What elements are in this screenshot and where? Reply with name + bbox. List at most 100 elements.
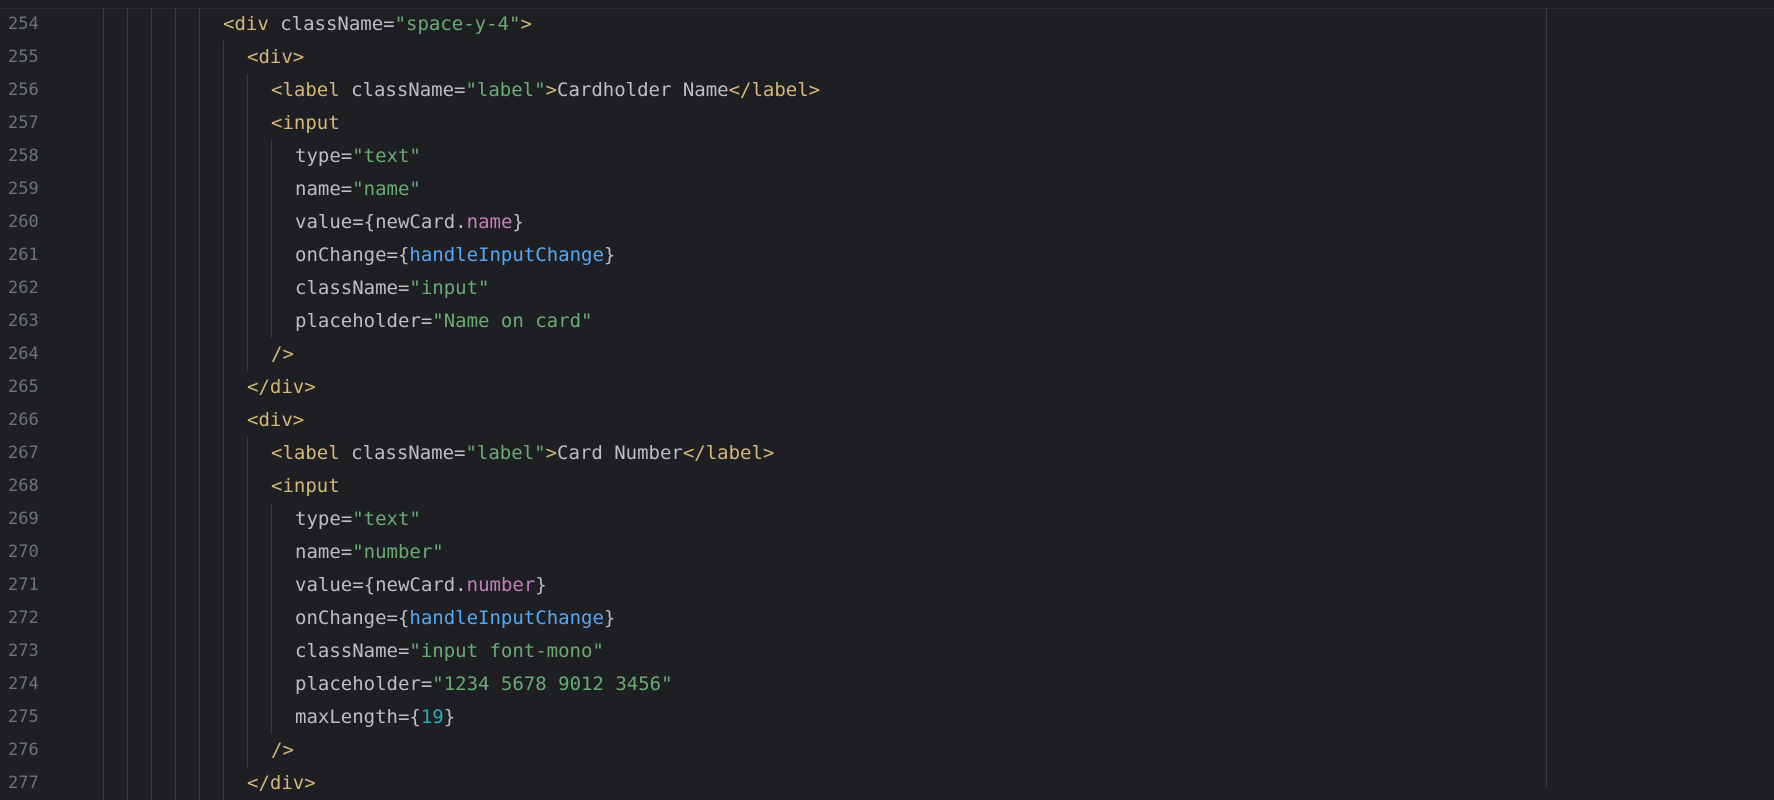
code-line[interactable]: 257 <input [0, 107, 1774, 140]
indent-guide [175, 404, 176, 437]
code-line[interactable]: 276 /> [0, 734, 1774, 767]
code-line[interactable]: 275 maxLength={19} [0, 701, 1774, 734]
code-text[interactable]: className="input font-mono" [295, 635, 604, 668]
line-number[interactable]: 274 [8, 668, 48, 701]
code-text[interactable]: name="name" [295, 173, 421, 206]
line-number[interactable]: 257 [8, 107, 48, 140]
line-number[interactable]: 276 [8, 734, 48, 767]
indent-guide [103, 569, 104, 602]
code-text[interactable]: <input [271, 107, 340, 140]
line-number[interactable]: 273 [8, 635, 48, 668]
token-tag: </label> [728, 79, 821, 101]
indent-guide [151, 569, 152, 602]
indent-guide [151, 536, 152, 569]
code-text[interactable]: </div> [247, 371, 316, 404]
code-line[interactable]: 265 </div> [0, 371, 1774, 404]
line-number[interactable]: 272 [8, 602, 48, 635]
code-text[interactable]: value={newCard.name} [295, 206, 524, 239]
line-number[interactable]: 260 [8, 206, 48, 239]
code-line[interactable]: 277 </div> [0, 767, 1774, 800]
code-text[interactable]: value={newCard.number} [295, 569, 547, 602]
line-number[interactable]: 256 [8, 74, 48, 107]
indent-guide [199, 8, 200, 41]
token-eq: = [340, 508, 353, 530]
line-number[interactable]: 254 [8, 8, 48, 41]
code-text[interactable]: className="input" [295, 272, 489, 305]
code-text[interactable]: <div> [247, 41, 304, 74]
token-tag: </div> [247, 376, 316, 398]
line-number[interactable]: 266 [8, 404, 48, 437]
code-text[interactable]: onChange={handleInputChange} [295, 239, 615, 272]
indent-guide [271, 503, 272, 536]
line-number[interactable]: 269 [8, 503, 48, 536]
code-line[interactable]: 274 placeholder="1234 5678 9012 3456" [0, 668, 1774, 701]
token-str: "1234 5678 9012 3456" [432, 673, 673, 695]
line-number[interactable]: 262 [8, 272, 48, 305]
code-text[interactable]: <label className="label">Cardholder Name… [271, 74, 820, 107]
indent-guide [151, 635, 152, 668]
indent-guide [175, 602, 176, 635]
code-text[interactable]: <input [271, 470, 340, 503]
indent-guide [103, 536, 104, 569]
line-number[interactable]: 268 [8, 470, 48, 503]
code-line[interactable]: 268 <input [0, 470, 1774, 503]
code-line[interactable]: 262 className="input" [0, 272, 1774, 305]
line-number[interactable]: 270 [8, 536, 48, 569]
line-number[interactable]: 259 [8, 173, 48, 206]
line-number[interactable]: 265 [8, 371, 48, 404]
indent-guide [199, 206, 200, 239]
line-number[interactable]: 271 [8, 569, 48, 602]
code-line[interactable]: 255 <div> [0, 41, 1774, 74]
indent-guide [247, 701, 248, 734]
code-text[interactable]: name="number" [295, 536, 444, 569]
code-text[interactable]: type="text" [295, 503, 421, 536]
token-tag: /> [271, 343, 294, 365]
indent-guide [175, 107, 176, 140]
code-text[interactable]: maxLength={19} [295, 701, 455, 734]
indent-guide [151, 437, 152, 470]
code-text[interactable]: </div> [247, 767, 316, 800]
code-text[interactable]: <label className="label">Card Number</la… [271, 437, 774, 470]
indent-guide [199, 140, 200, 173]
code-line[interactable]: 261 onChange={handleInputChange} [0, 239, 1774, 272]
line-number[interactable]: 263 [8, 305, 48, 338]
code-line[interactable]: 271 value={newCard.number} [0, 569, 1774, 602]
code-text[interactable]: placeholder="Name on card" [295, 305, 592, 338]
code-area[interactable]: 254 <div className="space-y-4"> 255 <div> 25… [0, 8, 1774, 800]
line-number[interactable]: 264 [8, 338, 48, 371]
code-line[interactable]: 254 <div className="space-y-4"> [0, 8, 1774, 41]
line-number[interactable]: 267 [8, 437, 48, 470]
line-number[interactable]: 275 [8, 701, 48, 734]
code-line[interactable]: 258 type="text" [0, 140, 1774, 173]
token-attr: value [295, 211, 353, 233]
code-line[interactable]: 256 <label className="label">Cardholder N… [0, 74, 1774, 107]
code-line[interactable]: 270 name="number" [0, 536, 1774, 569]
indent-guide [103, 371, 104, 404]
code-text[interactable]: onChange={handleInputChange} [295, 602, 615, 635]
line-number[interactable]: 261 [8, 239, 48, 272]
code-line[interactable]: 272 onChange={handleInputChange} [0, 602, 1774, 635]
token-str: "input" [409, 277, 490, 299]
code-line[interactable]: 260 value={newCard.name} [0, 206, 1774, 239]
code-text[interactable]: /> [271, 338, 294, 371]
code-text[interactable]: type="text" [295, 140, 421, 173]
code-line[interactable]: 263 placeholder="Name on card" [0, 305, 1774, 338]
code-line[interactable]: 269 type="text" [0, 503, 1774, 536]
code-text[interactable]: /> [271, 734, 294, 767]
indent-guide [223, 272, 224, 305]
code-text[interactable]: <div className="space-y-4"> [223, 8, 532, 41]
line-number[interactable]: 258 [8, 140, 48, 173]
indent-guide [151, 503, 152, 536]
indent-guide [127, 734, 128, 767]
line-number[interactable]: 255 [8, 41, 48, 74]
indent-guide [151, 239, 152, 272]
code-text[interactable]: <div> [247, 404, 304, 437]
code-text[interactable]: placeholder="1234 5678 9012 3456" [295, 668, 673, 701]
code-line[interactable]: 267 <label className="label">Card Number<… [0, 437, 1774, 470]
code-editor[interactable]: 254 <div className="space-y-4"> 255 <div> 25… [0, 8, 1774, 800]
code-line[interactable]: 266 <div> [0, 404, 1774, 437]
code-line[interactable]: 259 name="name" [0, 173, 1774, 206]
line-number[interactable]: 277 [8, 767, 48, 800]
code-line[interactable]: 264 /> [0, 338, 1774, 371]
code-line[interactable]: 273 className="input font-mono" [0, 635, 1774, 668]
